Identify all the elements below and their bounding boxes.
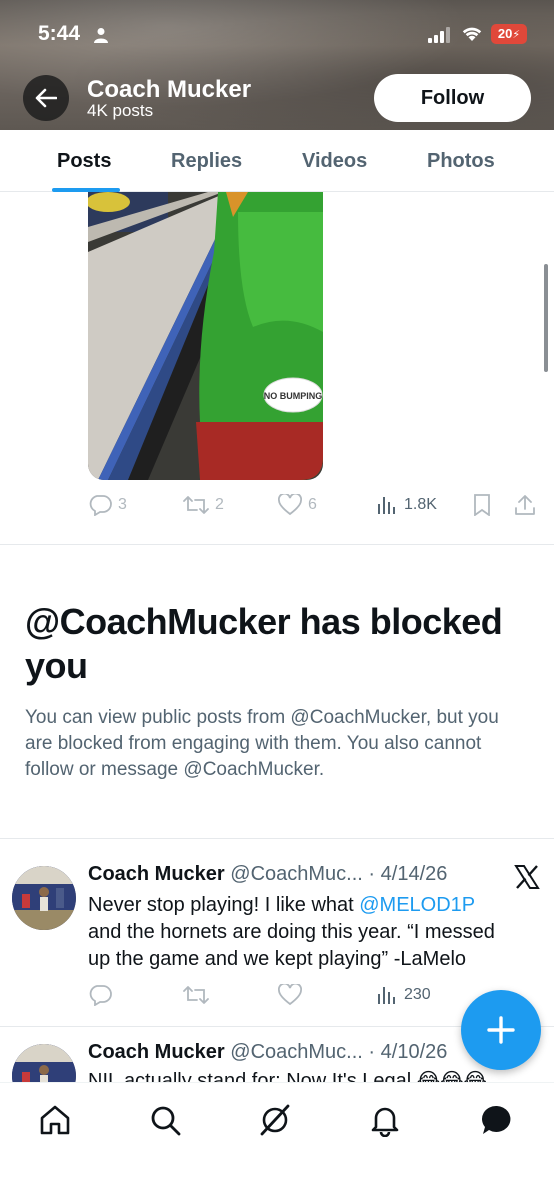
like-button[interactable] (278, 984, 302, 1006)
battery-indicator: 20⚡ (491, 24, 527, 44)
like-count: 6 (308, 496, 317, 513)
reply-button[interactable]: 3 (88, 494, 127, 516)
plus-icon (487, 1016, 515, 1044)
arrow-left-icon (35, 88, 57, 108)
post-count: 4K posts (87, 101, 154, 120)
reply-icon (89, 495, 112, 516)
follow-button[interactable]: Follow (374, 74, 531, 122)
scrollbar[interactable] (544, 264, 548, 372)
messages-icon[interactable] (480, 1103, 514, 1137)
divider (0, 838, 554, 839)
view-count: 1.8K (404, 496, 437, 513)
bottom-navigation (0, 1082, 554, 1200)
tweet-author-name[interactable]: Coach Mucker (88, 863, 225, 885)
views-icon (378, 987, 395, 1004)
repost-count: 2 (215, 496, 224, 513)
mention-link[interactable]: @MELOD1P (359, 894, 475, 916)
heart-icon (278, 984, 302, 1006)
profile-name: Coach Mucker (87, 76, 252, 103)
repost-button[interactable] (183, 984, 209, 1006)
post-actions: 3 2 6 1.8K (88, 494, 538, 518)
back-button[interactable] (23, 75, 69, 121)
compose-post-button[interactable] (461, 990, 541, 1070)
sticker-text: NO BUMPING (264, 391, 323, 401)
blocked-description: You can view public posts from @CoachMuc… (25, 707, 499, 780)
avatar-photo (12, 1044, 76, 1082)
reply-count: 3 (118, 496, 127, 513)
wifi-icon (462, 27, 482, 41)
home-icon[interactable] (38, 1103, 72, 1137)
status-time: 5:44 (38, 22, 81, 45)
views-button[interactable]: 230 (376, 984, 431, 1006)
post-media-image[interactable]: NO BUMPING (88, 192, 323, 480)
tweet-author-name[interactable]: Coach Mucker (88, 1041, 225, 1063)
avatar[interactable] (12, 1044, 76, 1082)
tweet-actions: 230 (88, 984, 468, 1008)
divider (0, 544, 554, 545)
bumper-car-photo: NO BUMPING (88, 192, 323, 480)
profile-header: 5:44 20⚡ Coach Mucker 4K posts Follow (0, 0, 554, 130)
signal-icon (428, 27, 450, 43)
tweet-text-part: and the hornets are doing this year. “I … (88, 921, 495, 970)
notifications-icon[interactable] (368, 1103, 402, 1137)
repost-icon (183, 986, 209, 1004)
avatar[interactable] (12, 866, 76, 930)
views-button[interactable]: 1.8K (376, 494, 437, 516)
tweet-text: Never stop playing! I like what @MELOD1P… (88, 892, 508, 973)
tab-replies[interactable]: Replies (171, 150, 242, 173)
battery-level: 20 (497, 26, 513, 41)
x-logo-icon (514, 865, 540, 889)
repost-button[interactable]: 2 (183, 494, 224, 516)
reply-button[interactable] (88, 984, 112, 1006)
tweet-text: NIL actually stand for: Now It's Legal 😂… (88, 1070, 487, 1082)
repost-icon (183, 496, 209, 514)
view-count: 230 (404, 986, 431, 1003)
tab-photos[interactable]: Photos (427, 150, 495, 173)
tweet-handle[interactable]: @CoachMuc... (230, 1041, 363, 1063)
tweet-date[interactable]: · 4/14/26 (368, 863, 447, 885)
heart-icon (278, 494, 302, 516)
avatar-photo (12, 866, 76, 930)
tweet-date[interactable]: · 4/10/26 (368, 1041, 447, 1063)
search-icon[interactable] (148, 1103, 182, 1137)
like-button[interactable]: 6 (278, 494, 317, 516)
tweet-handle[interactable]: @CoachMuc... (230, 863, 363, 885)
tab-videos[interactable]: Videos (302, 150, 367, 173)
blocked-title: @CoachMucker has blocked you (25, 601, 503, 686)
bookmark-icon[interactable] (472, 494, 492, 516)
share-icon[interactable] (514, 494, 536, 516)
profile-tabs: Posts Replies Videos Photos (0, 130, 554, 192)
reply-icon (89, 985, 112, 1006)
tweet-text-part: Never stop playing! I like what (88, 894, 360, 916)
tab-posts[interactable]: Posts (57, 150, 111, 173)
grok-icon[interactable] (258, 1103, 292, 1137)
person-icon (94, 28, 108, 43)
views-icon (378, 497, 395, 514)
